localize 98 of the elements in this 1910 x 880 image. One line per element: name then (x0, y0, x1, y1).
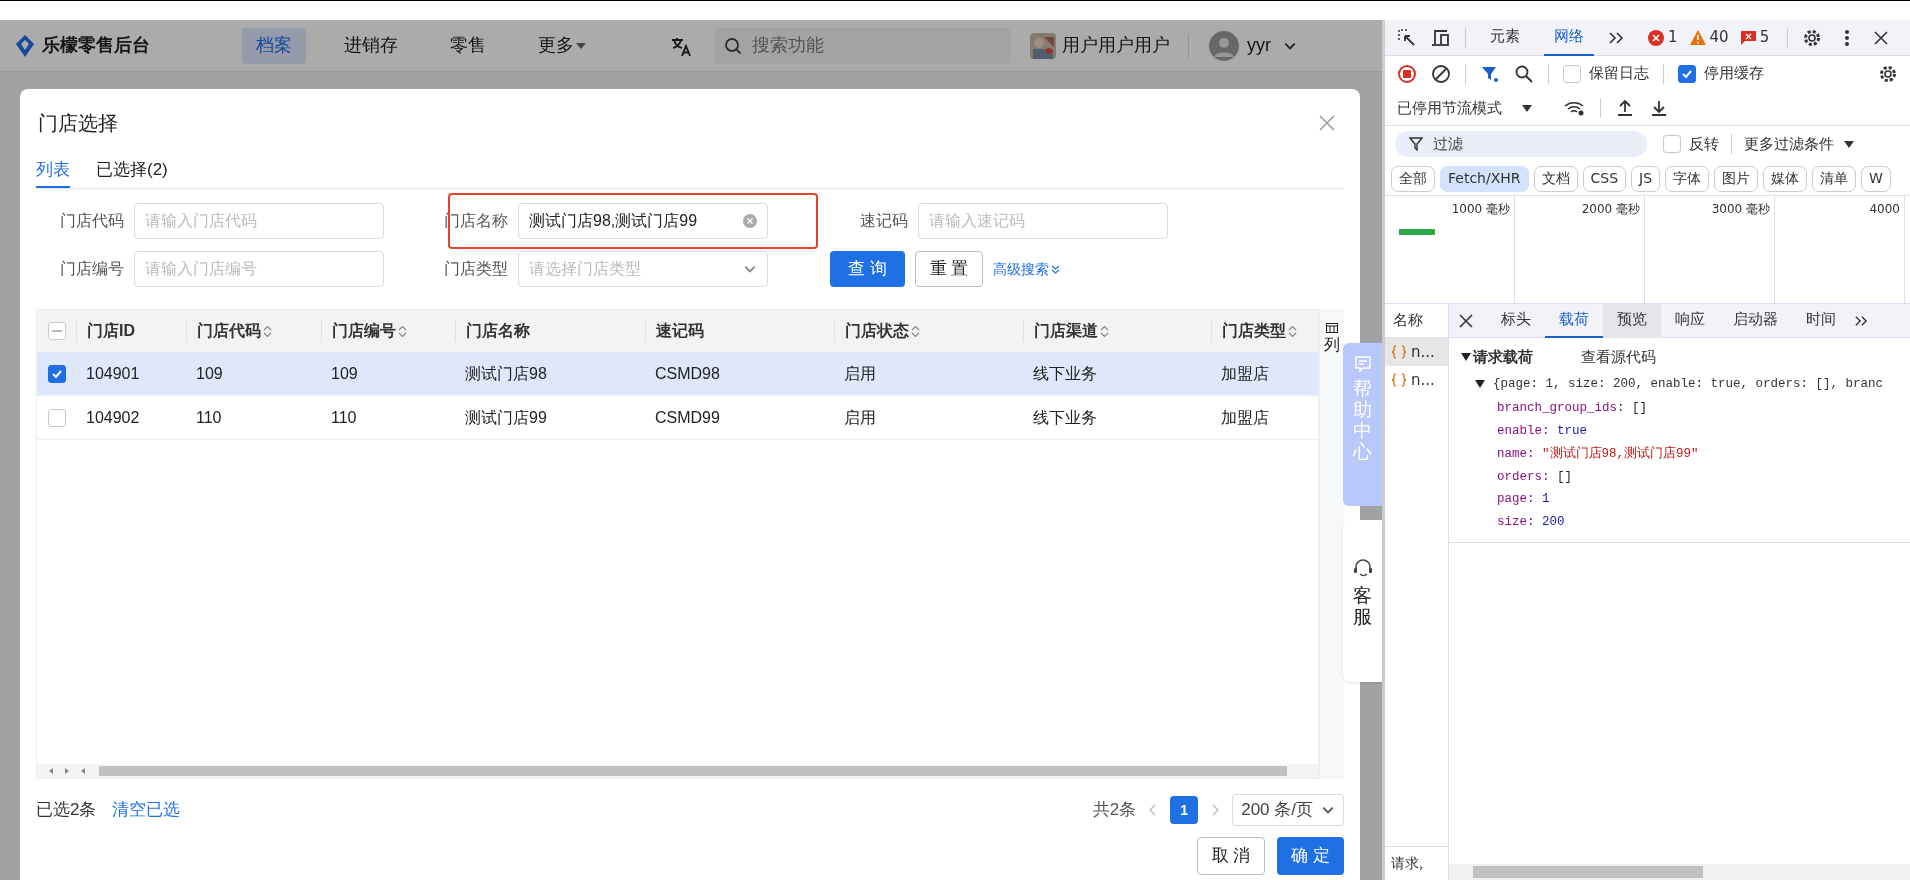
customer-service-tab[interactable]: 客服 (1343, 520, 1382, 682)
timeline-tick: 4000 (1869, 202, 1900, 216)
timeline-tick: 2000 毫秒 (1581, 202, 1640, 216)
input-field[interactable]: 测试门店98,测试门店99 (518, 203, 768, 239)
column-header: 名称 (1393, 310, 1423, 332)
tab[interactable]: 列表 (36, 157, 70, 188)
table-cell: 启用 (844, 364, 876, 382)
error-count[interactable]: 1 (1668, 26, 1678, 49)
detail-tab[interactable]: 预览 (1603, 303, 1661, 338)
app-name: 乐檬零售后台 (42, 34, 151, 57)
payload-property: orders: [] (1497, 468, 1574, 486)
detail-tab[interactable]: 时间 (1792, 303, 1850, 338)
column-header: 门店类型 (1222, 321, 1286, 341)
column-header: 门店代码 (197, 321, 261, 341)
nav-item[interactable]: 更多 (524, 27, 600, 64)
devtools-tab[interactable]: 网络 (1544, 19, 1594, 56)
option-label[interactable]: 停用缓存 (1704, 62, 1764, 85)
confirm-button[interactable]: 确 定 (1277, 837, 1344, 875)
page-button[interactable]: 1 (1170, 796, 1199, 824)
column-header: 门店ID (87, 321, 135, 341)
table-row[interactable]: 104901 109 109 测试门店98 CSMD98 启用 线下业务 加盟店 (37, 352, 1318, 396)
type-filter-chip[interactable]: 全部 (1391, 165, 1435, 192)
payload-property: page: 1 (1497, 491, 1551, 509)
devtools-tab[interactable]: 元素 (1480, 19, 1530, 56)
more-filters-select[interactable]: 更多过滤条件 (1744, 132, 1854, 156)
type-filter-chip[interactable]: 字体 (1665, 165, 1710, 192)
advanced-search-link[interactable]: 高级搜索 (993, 258, 1061, 280)
type-filter-chip[interactable]: 媒体 (1763, 165, 1808, 192)
filter-field[interactable]: 过滤 (1395, 131, 1647, 157)
column-header: 速记码 (656, 321, 704, 341)
user-name[interactable]: yyr (1247, 32, 1271, 59)
page-size-select[interactable]: 200 条/页 (1232, 794, 1344, 826)
table-cell: 测试门店99 (465, 408, 547, 426)
input-field[interactable]: 请输入门店代码 (134, 203, 384, 239)
type-filter-chip[interactable]: Fetch/XHR (1440, 165, 1529, 192)
table-cell: CSMD99 (655, 408, 720, 426)
issue-count[interactable]: 5 (1759, 26, 1770, 49)
payload-property: size: 200 (1497, 514, 1566, 531)
throttling-select[interactable]: 已停用节流模式 (1397, 96, 1532, 120)
timeline-tick: 3000 毫秒 (1711, 202, 1770, 216)
tab[interactable]: 已选择(2) (96, 157, 168, 188)
selected-count: 已选2条 (36, 799, 97, 822)
reset-button[interactable]: 重 置 (914, 251, 984, 287)
table-cell: 测试门店98 (465, 364, 547, 382)
type-filter-chip[interactable]: CSS (1582, 165, 1627, 192)
table-cell: 104902 (86, 408, 140, 426)
payload-property: branch_group_ids: [] (1497, 400, 1649, 418)
table-cell: 加盟店 (1221, 408, 1269, 426)
payload-property: name: "测试门店98,测试门店99" (1497, 445, 1700, 463)
table-cell: 启用 (844, 408, 876, 426)
table-cell: 110 (196, 408, 222, 426)
input-field[interactable]: 请输入速记码 (918, 203, 1168, 239)
table-cell: 109 (331, 364, 358, 382)
table-cell: 109 (196, 364, 223, 382)
cancel-button[interactable]: 取 消 (1196, 837, 1266, 875)
column-settings-button[interactable]: 列 (1324, 333, 1340, 357)
query-button[interactable]: 查 询 (830, 251, 905, 287)
type-filter-chip[interactable]: 清单 (1812, 165, 1857, 192)
section-title[interactable]: 请求载荷 (1473, 346, 1533, 369)
type-filter-chip[interactable]: JS (1631, 165, 1661, 192)
option-label[interactable]: 保留日志 (1589, 62, 1649, 85)
table-cell: 线下业务 (1033, 364, 1097, 382)
detail-tab[interactable]: 响应 (1661, 303, 1719, 338)
type-filter-chip[interactable]: W (1861, 165, 1891, 192)
payload-property: enable: true (1497, 423, 1589, 440)
detail-tab[interactable]: 标头 (1487, 303, 1545, 338)
search-field[interactable]: 搜索功能 (714, 27, 1010, 64)
type-filter-chip[interactable]: 图片 (1714, 165, 1759, 192)
table-cell: 110 (331, 408, 357, 426)
company-name[interactable]: 用户用户用户 (1062, 32, 1170, 59)
status-text: 请求, (1391, 854, 1424, 873)
total-count: 共2条 (1092, 799, 1137, 822)
request-item[interactable]: n... (1385, 366, 1448, 394)
column-header: 门店状态 (845, 321, 909, 341)
field-label: 门店代码 (59, 211, 125, 231)
column-header: 门店名称 (466, 321, 530, 341)
request-item[interactable]: n... (1385, 338, 1448, 366)
table-cell: 线下业务 (1033, 408, 1097, 426)
field-label: 门店类型 (443, 259, 509, 279)
timeline-tick: 1000 毫秒 (1451, 202, 1510, 216)
column-header: 门店渠道 (1034, 321, 1098, 341)
detail-tab[interactable]: 启动器 (1719, 303, 1792, 338)
type-filter-chip[interactable]: 文档 (1533, 165, 1578, 192)
warning-count[interactable]: 40 (1709, 26, 1729, 49)
modal-title: 门店选择 (38, 111, 118, 136)
input-field[interactable]: 请输入门店编号 (134, 251, 384, 287)
table-cell: 104901 (86, 364, 140, 382)
column-header: 门店编号 (332, 321, 396, 341)
table-cell: 加盟店 (1221, 364, 1269, 382)
payload-summary[interactable]: {page: 1, size: 200, enable: true, orders: [], branc (1493, 374, 1884, 394)
clear-selected-link[interactable]: 清空已选 (112, 797, 181, 823)
field-label: 门店编号 (59, 259, 125, 279)
field-label: 速记码 (859, 211, 909, 231)
table-cell: CSMD98 (655, 364, 720, 382)
option-label[interactable]: 反转 (1689, 132, 1719, 156)
view-source-link[interactable]: 查看源代码 (1581, 346, 1656, 369)
nav-item[interactable]: 零售 (436, 27, 500, 64)
nav-item[interactable]: 进销存 (330, 27, 412, 64)
